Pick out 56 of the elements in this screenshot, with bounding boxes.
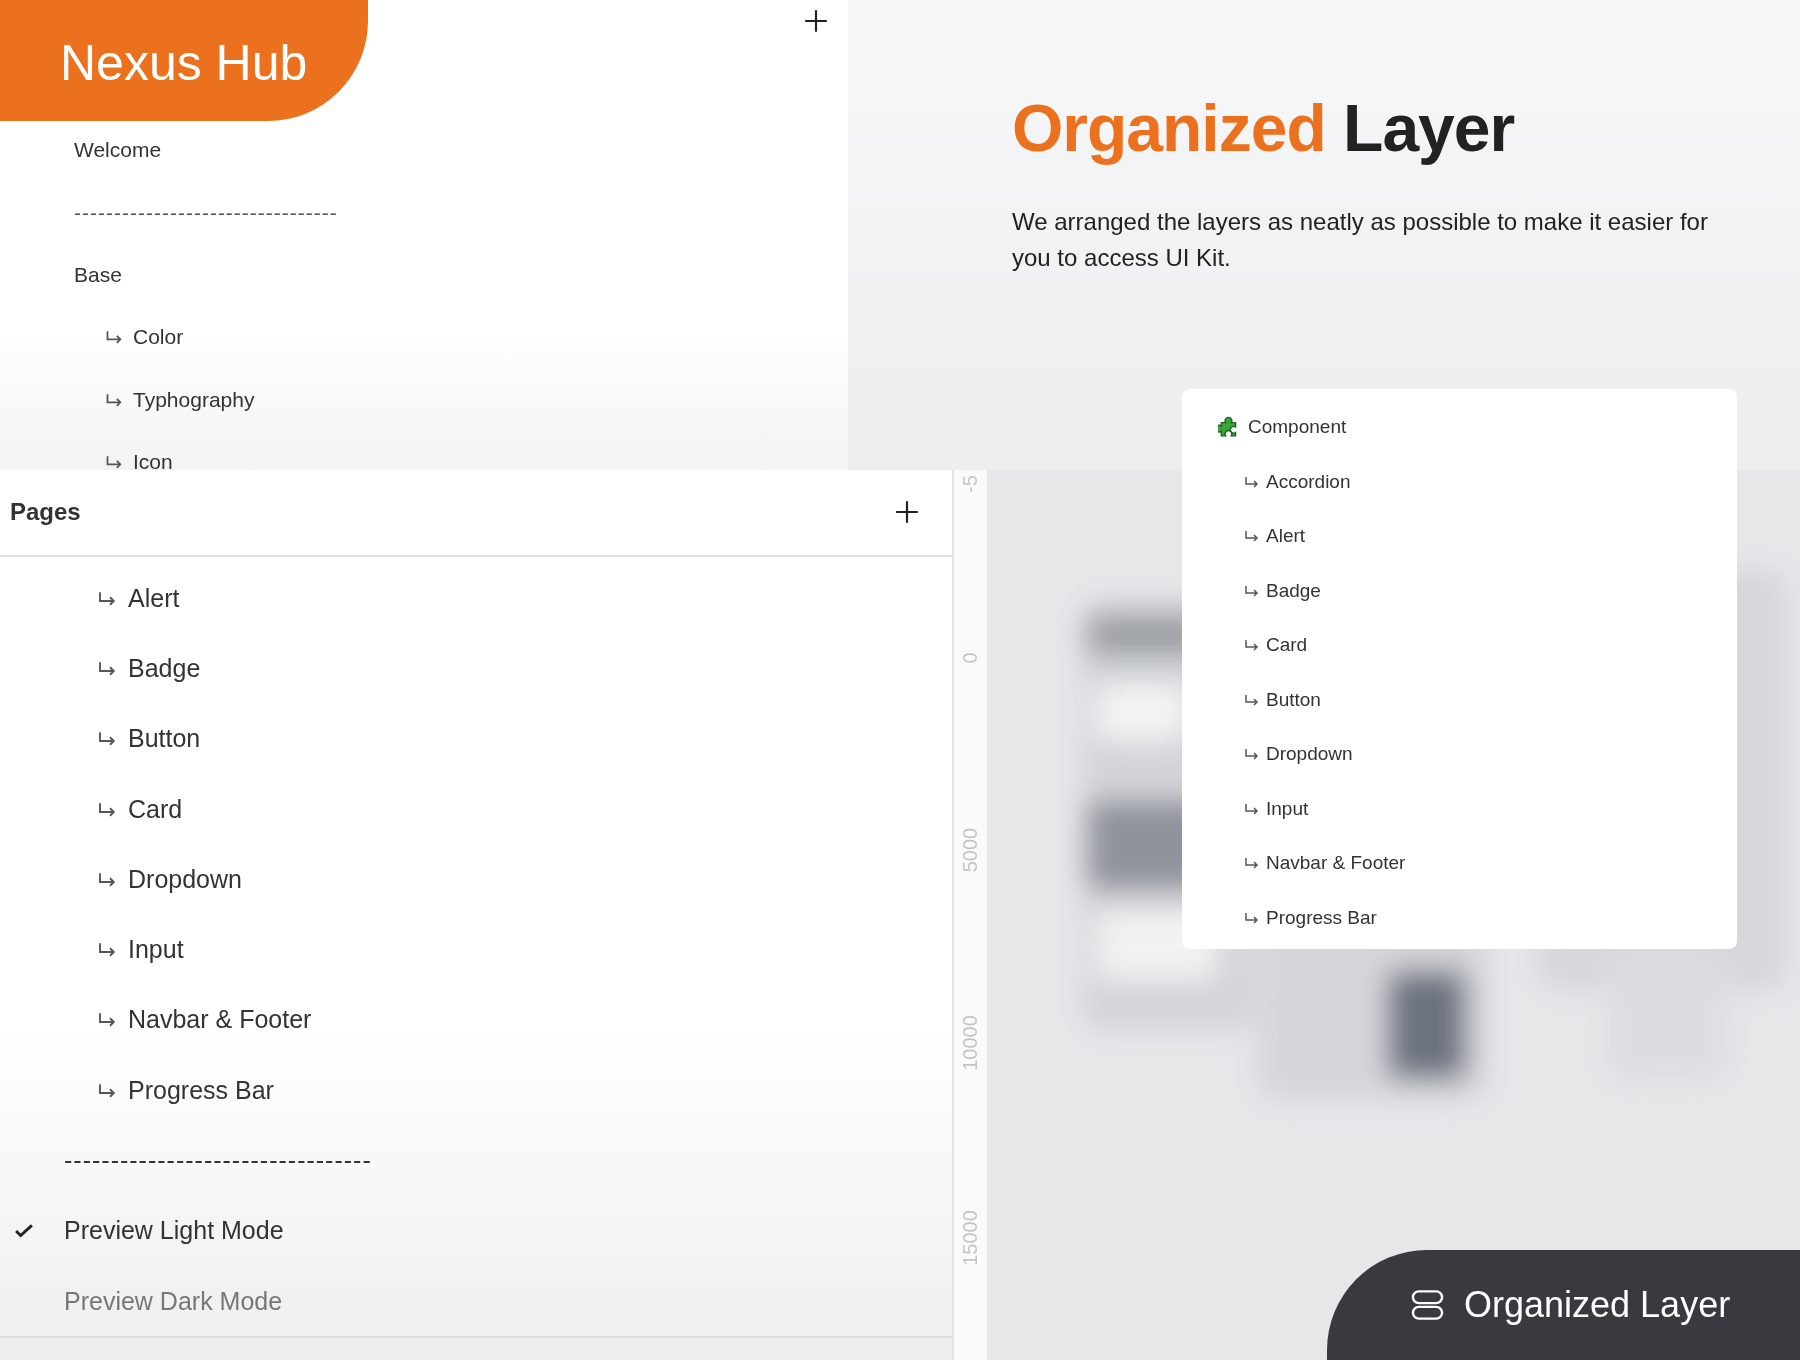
page-item[interactable]: Input [128,935,184,965]
mode-option[interactable]: Preview Light Mode [64,1216,284,1246]
page-item[interactable]: Progress Bar [128,1075,274,1105]
page-item[interactable]: Alert [128,583,180,613]
corner-arrow-icon [105,392,124,407]
corner-arrow-icon [97,1012,118,1028]
corner-arrow-icon [105,330,124,345]
page-item[interactable]: Card [128,794,183,824]
add-icon[interactable] [803,8,829,34]
layer-item[interactable]: Navbar & Footer [1266,852,1406,875]
layer-item[interactable]: Base [74,262,122,287]
layer-item[interactable]: Accordion [1266,470,1351,493]
corner-arrow-icon [1244,802,1260,815]
layer-item[interactable]: Dropdown [1266,743,1353,766]
corner-arrow-icon [1244,911,1260,924]
layer-item[interactable]: Badge [1266,579,1321,602]
mode-option[interactable]: Preview Dark Mode [64,1286,283,1316]
layers-icon [1411,1289,1444,1321]
corner-arrow-icon [1244,639,1260,652]
add-icon[interactable] [894,499,920,526]
layer-item[interactable]: Progress Bar [1266,906,1377,929]
corner-arrow-icon [1244,475,1260,488]
corner-arrow-icon [97,871,118,887]
heading-text: Layer [1343,91,1515,165]
corner-arrow-icon [97,801,118,817]
layer-item[interactable]: Input [1266,797,1309,820]
divider-text: --------------------------------- [64,1146,372,1175]
corner-arrow-icon [1244,693,1260,706]
page-item[interactable]: Dropdown [128,864,242,894]
layer-item[interactable]: Color [133,325,184,350]
panel-title: Pages [10,498,81,527]
corner-arrow-icon [97,1082,118,1098]
page-item[interactable]: Navbar & Footer [128,1005,312,1035]
layer-item[interactable]: Component [1248,416,1347,439]
corner-arrow-icon [97,942,118,958]
divider-text: --------------------------------- [74,200,338,225]
corner-arrow-icon [1244,857,1260,870]
page-item[interactable]: Button [128,724,201,754]
layer-item[interactable]: Alert [1266,525,1306,548]
page-item[interactable]: Badge [128,653,201,683]
layer-item[interactable]: Welcome [74,138,162,163]
heading-highlight: Organized [1012,91,1326,165]
corner-arrow-icon [97,660,118,676]
corner-arrow-icon [97,731,118,747]
layer-item[interactable]: Typhography [133,387,255,412]
corner-arrow-icon [1244,530,1260,543]
layer-item[interactable]: Icon [133,450,173,475]
corner-arrow-icon [1244,748,1260,761]
corner-arrow-icon [97,590,118,606]
layer-item[interactable]: Button [1266,688,1321,711]
brand-name: Nexus Hub [60,33,308,92]
corner-arrow-icon [1244,584,1260,597]
badge-label: Organized Layer [1464,1284,1731,1326]
corner-arrow-icon [105,455,124,470]
description: We arranged the layers as neatly as possible to make it easier for you to access UI Kit. [1012,207,1709,273]
layer-item[interactable]: Card [1266,634,1308,657]
